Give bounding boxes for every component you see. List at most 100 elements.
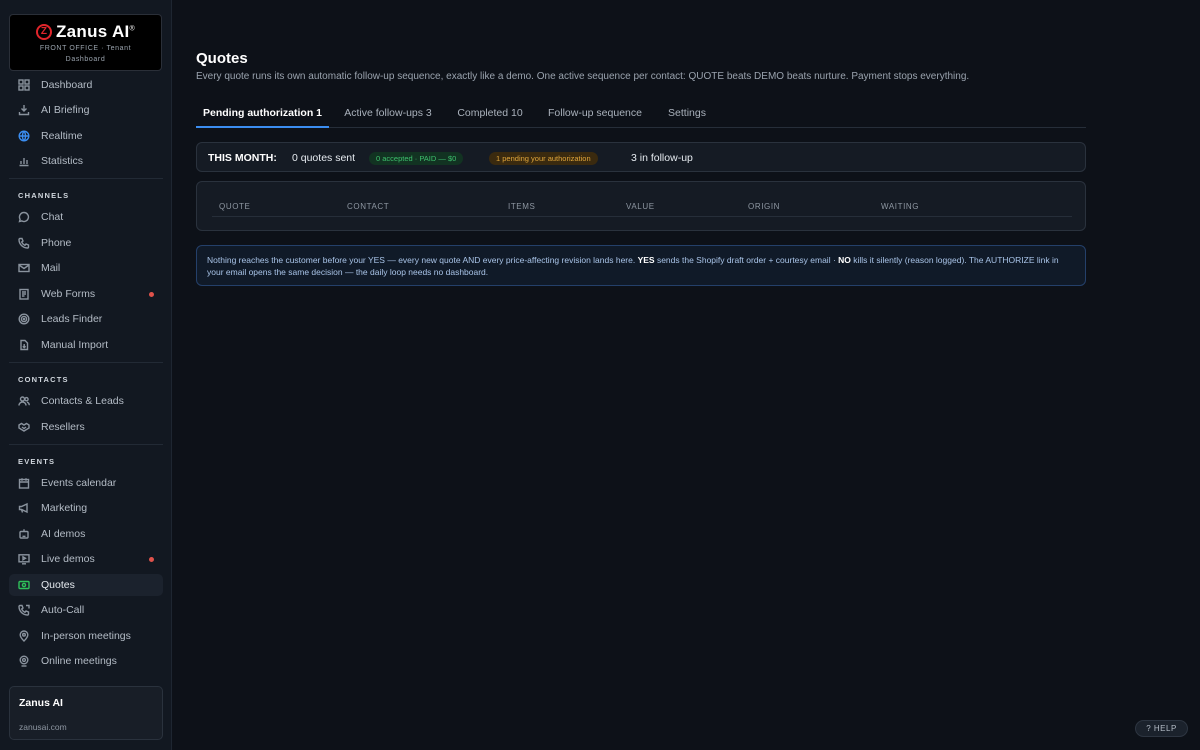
robot-icon	[17, 527, 31, 541]
month-summary-bar: THIS MONTH: 0 quotes sent 0 accepted · P…	[196, 142, 1086, 172]
quotes-table: QUOTE CONTACT ITEMS VALUE ORIGIN WAITING	[196, 181, 1086, 231]
notification-dot	[149, 292, 154, 297]
handshake-icon	[17, 420, 31, 434]
accepted-badge: 0 accepted · PAID — $0	[369, 152, 464, 165]
tenant-name: Zanus AI	[19, 697, 63, 709]
sidebar-divider	[9, 178, 163, 179]
page-title: Quotes	[196, 50, 248, 67]
sidebar-item-label: Manual Import	[41, 339, 109, 351]
sidebar-item-label: Quotes	[41, 579, 75, 591]
column-header-origin[interactable]: ORIGIN	[748, 202, 780, 211]
sidebar-item-ai-demos[interactable]: AI demos	[9, 523, 163, 545]
location-icon	[17, 629, 31, 643]
sidebar-item-realtime[interactable]: Realtime	[9, 125, 163, 147]
sidebar-item-resellers[interactable]: Resellers	[9, 416, 163, 438]
sidebar-item-label: Phone	[41, 237, 72, 249]
page-subtitle: Every quote runs its own automatic follo…	[196, 71, 970, 82]
sidebar-item-label: Auto-Call	[41, 604, 85, 616]
radar-icon	[17, 312, 31, 326]
sidebar-item-label: Realtime	[41, 130, 83, 142]
sidebar-item-ai-briefing[interactable]: AI Briefing	[9, 99, 163, 121]
sidebar-item-label: Dashboard	[41, 79, 93, 91]
sidebar-item-phone[interactable]: Phone	[9, 232, 163, 254]
column-header-quote[interactable]: QUOTE	[219, 202, 250, 211]
brand-subtitle: FRONT OFFICE · Tenant Dashboard	[39, 45, 132, 63]
month-label: THIS MONTH:	[208, 152, 277, 164]
sidebar-item-label: Events calendar	[41, 477, 117, 489]
mail-icon	[17, 261, 31, 275]
tab-completed[interactable]: Completed 10	[457, 104, 523, 128]
info-text: Nothing reaches the customer before your…	[207, 255, 638, 265]
sidebar-item-label: AI demos	[41, 528, 86, 540]
sidebar-item-auto-call[interactable]: Auto-Call	[9, 599, 163, 621]
sidebar: Z Zanus AI® FRONT OFFICE · Tenant Dashbo…	[0, 0, 172, 750]
pending-badge[interactable]: 1 pending your authorization	[489, 152, 598, 165]
sidebar-item-label: Web Forms	[41, 288, 96, 300]
tab-follow-up-sequence[interactable]: Follow-up sequence	[547, 104, 643, 128]
users-icon	[17, 394, 31, 408]
sidebar-item-mail[interactable]: Mail	[9, 257, 163, 279]
sidebar-item-live-demos[interactable]: Live demos	[9, 548, 163, 570]
tenant-domain: zanusai.com	[19, 722, 67, 732]
sidebar-item-leads-finder[interactable]: Leads Finder	[9, 308, 163, 330]
sidebar-item-web-forms[interactable]: Web Forms	[9, 283, 163, 305]
sidebar-item-label: Leads Finder	[41, 313, 103, 325]
megaphone-icon	[17, 501, 31, 515]
table-header-divider	[212, 216, 1072, 217]
tab-active-follow-ups[interactable]: Active follow-ups 3	[340, 104, 436, 128]
calendar-icon	[17, 476, 31, 490]
sidebar-item-in-person-meetings[interactable]: In-person meetings	[9, 625, 163, 647]
sidebar-item-label: Contacts & Leads	[41, 395, 124, 407]
column-header-items[interactable]: ITEMS	[508, 202, 535, 211]
auto-call-icon	[17, 603, 31, 617]
sidebar-divider	[9, 444, 163, 445]
sidebar-item-dashboard[interactable]: Dashboard	[9, 74, 163, 96]
sidebar-item-label: Mail	[41, 262, 61, 274]
form-icon	[17, 287, 31, 301]
sidebar-item-manual-import[interactable]: Manual Import	[9, 334, 163, 356]
section-label-events: EVENTS	[18, 457, 56, 466]
quote-icon	[17, 578, 31, 592]
tab-settings[interactable]: Settings	[665, 104, 709, 128]
tab-bar: Pending authorization 1 Active follow-up…	[196, 104, 1086, 128]
brand-name: Zanus AI®	[55, 22, 136, 41]
sidebar-item-chat[interactable]: Chat	[9, 206, 163, 228]
sidebar-item-events-calendar[interactable]: Events calendar	[9, 472, 163, 494]
quotes-sent-count: 0 quotes sent	[292, 152, 356, 164]
column-header-contact[interactable]: CONTACT	[347, 202, 389, 211]
file-import-icon	[17, 338, 31, 352]
sidebar-item-online-meetings[interactable]: Online meetings	[9, 650, 163, 672]
section-label-channels: CHANNELS	[18, 191, 70, 200]
bar-chart-icon	[17, 154, 31, 168]
chat-icon	[17, 210, 31, 224]
authorization-info-box: Nothing reaches the customer before your…	[196, 245, 1086, 286]
sidebar-item-label: Resellers	[41, 421, 85, 433]
tab-pending-authorization[interactable]: Pending authorization 1	[196, 104, 329, 128]
sidebar-item-quotes[interactable]: Quotes	[9, 574, 163, 596]
sidebar-divider	[9, 362, 163, 363]
notification-dot	[149, 557, 154, 562]
globe-icon	[17, 129, 31, 143]
download-icon	[17, 103, 31, 117]
sidebar-item-label: AI Briefing	[41, 104, 90, 116]
sidebar-item-label: Live demos	[41, 553, 95, 565]
sidebar-item-statistics[interactable]: Statistics	[9, 150, 163, 172]
grid-icon	[17, 78, 31, 92]
info-yes: YES	[637, 255, 655, 265]
follow-up-count: 3 in follow-up	[631, 152, 693, 164]
sidebar-item-label: Marketing	[41, 502, 88, 514]
sidebar-item-label: In-person meetings	[41, 630, 131, 642]
sidebar-item-marketing[interactable]: Marketing	[9, 497, 163, 519]
section-label-contacts: CONTACTS	[18, 375, 69, 384]
sidebar-item-contacts-leads[interactable]: Contacts & Leads	[9, 390, 163, 412]
tenant-card[interactable]: Zanus AI zanusai.com	[9, 686, 163, 740]
help-button[interactable]: ? HELP	[1135, 720, 1188, 737]
monitor-play-icon	[17, 552, 31, 566]
sidebar-item-label: Statistics	[41, 155, 84, 167]
column-header-waiting[interactable]: WAITING	[881, 202, 919, 211]
column-header-value[interactable]: VALUE	[626, 202, 655, 211]
sidebar-item-label: Online meetings	[41, 655, 117, 667]
info-text: sends the Shopify draft order + courtesy…	[654, 255, 839, 265]
brand-logo[interactable]: Z Zanus AI® FRONT OFFICE · Tenant Dashbo…	[9, 14, 162, 71]
sidebar-item-label: Chat	[41, 211, 64, 223]
